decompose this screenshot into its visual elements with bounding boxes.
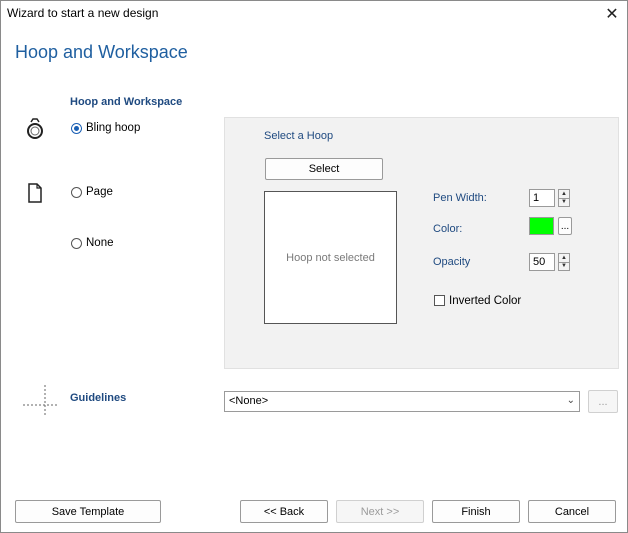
ring-icon — [25, 118, 45, 143]
radio-page[interactable]: Page — [71, 186, 113, 198]
radio-none-control[interactable] — [71, 237, 82, 249]
chevron-down-icon[interactable]: ⌄ — [567, 395, 575, 406]
document-icon — [27, 183, 43, 206]
radio-bling-hoop-control[interactable] — [71, 122, 82, 134]
wizard-window: Wizard to start a new design ✕ Hoop and … — [0, 0, 628, 533]
hoop-workspace-section-label: Hoop and Workspace — [70, 96, 183, 108]
pen-width-label: Pen Width: — [433, 192, 487, 204]
color-more-button[interactable]: ... — [558, 217, 572, 235]
color-label: Color: — [433, 223, 463, 235]
spin-up-icon[interactable]: ▲ — [559, 254, 569, 263]
radio-none[interactable]: None — [71, 237, 114, 249]
guidelines-more-button[interactable]: ... — [588, 390, 618, 413]
pen-width-spinner[interactable]: ▲ ▼ — [558, 189, 570, 207]
select-hoop-title: Select a Hoop — [264, 130, 334, 142]
window-title: Wizard to start a new design — [7, 6, 159, 20]
hoop-preview-text: Hoop not selected — [286, 251, 375, 264]
opacity-label: Opacity — [433, 256, 471, 268]
cancel-button[interactable]: Cancel — [528, 500, 616, 523]
guidelines-selected-value: <None> — [229, 395, 269, 407]
guidelines-label: Guidelines — [70, 392, 127, 404]
select-hoop-button[interactable]: Select — [265, 158, 383, 180]
opacity-spinner[interactable]: ▲ ▼ — [558, 253, 570, 271]
radio-page-control[interactable] — [71, 186, 82, 198]
next-button[interactable]: Next >> — [336, 500, 424, 523]
inverted-color-label: Inverted Color — [449, 295, 522, 307]
page-title: Hoop and Workspace — [15, 42, 188, 62]
save-template-button[interactable]: Save Template — [15, 500, 161, 523]
guidelines-icon — [23, 385, 59, 420]
title-bar: Wizard to start a new design ✕ — [1, 1, 627, 27]
radio-bling-hoop[interactable]: Bling hoop — [71, 122, 140, 134]
color-swatch[interactable] — [529, 217, 554, 235]
opacity-input[interactable]: 50 — [529, 253, 555, 271]
close-icon[interactable]: ✕ — [597, 1, 627, 27]
spin-up-icon[interactable]: ▲ — [559, 190, 569, 199]
radio-bling-hoop-label: Bling hoop — [86, 122, 141, 134]
back-button[interactable]: << Back — [240, 500, 328, 523]
finish-button[interactable]: Finish — [432, 500, 520, 523]
guidelines-select[interactable]: <None> ⌄ — [224, 391, 580, 412]
inverted-color-checkbox[interactable] — [434, 295, 445, 306]
pen-width-input[interactable]: 1 — [529, 189, 555, 207]
spin-down-icon[interactable]: ▼ — [559, 199, 569, 207]
radio-none-label: None — [86, 237, 114, 249]
hoop-preview: Hoop not selected — [264, 191, 397, 324]
radio-page-label: Page — [86, 186, 113, 198]
spin-down-icon[interactable]: ▼ — [559, 263, 569, 271]
